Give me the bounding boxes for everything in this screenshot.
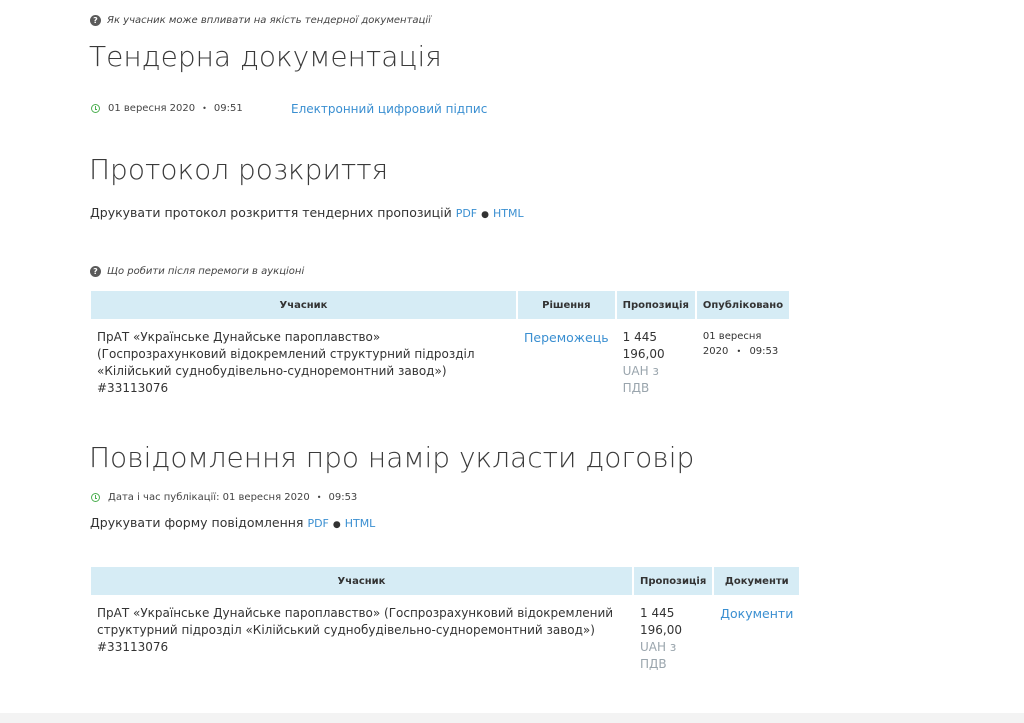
question-icon: ? [90,266,101,277]
results-header-published: Опубліковано [696,291,790,319]
offer-amount: 1 445 196,00 [622,330,665,361]
page: ? Як учасник може впливати на якість тен… [0,0,1024,723]
published-time: 09:53 [749,346,779,357]
signature-link[interactable]: Електронний цифровий підпис [291,102,487,116]
opening-protocol-print-text: Друкувати протокол розкриття тендерних п… [90,205,452,220]
intent-notice-meta: Дата і час публікації: 01 вересня 2020 •… [91,492,357,503]
intent-notice-title: Повідомлення про намір укласти договір [89,441,695,474]
help-after-win-text: Що робити після перемоги в аукціоні [107,266,305,277]
intent-header-documents: Документи [714,567,800,595]
participant-code: #33113076 [97,381,169,395]
results-header-decision: Рішення [518,291,615,319]
participant-name: ПрАТ «Українське Дунайське пароплавство»… [97,330,475,378]
bullet-separator: ● [481,210,489,220]
intent-print-text: Друкувати форму повідомлення [90,515,304,530]
table-row: ПрАТ «Українське Дунайське пароплавство»… [91,595,799,673]
dot-separator: • [736,347,742,356]
help-after-win[interactable]: ? Що робити після перемоги в аукціоні [90,266,304,277]
clock-icon [91,104,100,113]
tender-docs-date: 01 вересня 2020 [108,103,196,114]
opening-protocol-print-row: Друкувати протокол розкриття тендерних п… [90,205,524,220]
results-header-participant: Учасник [91,291,516,319]
results-participant-cell: ПрАТ «Українське Дунайське пароплавство»… [91,319,516,397]
intent-documents-cell: Документи [714,595,799,673]
opening-protocol-pdf-link[interactable]: PDF [456,207,477,220]
results-decision-cell: Переможець [518,319,615,397]
documents-link[interactable]: Документи [720,606,793,621]
table-row: ПрАТ «Українське Дунайське пароплавство»… [91,319,789,397]
intent-html-link[interactable]: HTML [345,517,376,530]
bullet-separator: ● [332,520,341,530]
intent-pub-label: Дата і час публікації: 01 вересня 2020 [108,492,310,503]
opening-protocol-html-link[interactable]: HTML [493,207,524,220]
intent-header-offer: Пропозиція [634,567,713,595]
clock-icon [91,493,100,502]
tender-docs-title: Тендерна документація [89,40,442,73]
opening-protocol-title: Протокол розкриття [89,153,389,186]
intent-pdf-link[interactable]: PDF [307,517,328,530]
offer-amount: 1 445 196,00 [640,606,682,637]
intent-offer-cell: 1 445 196,00 UAH з ПДВ [634,595,712,673]
participant-code: #33113076 [97,640,169,654]
winner-link[interactable]: Переможець [524,330,609,345]
results-published-cell: 01 вересня 2020 • 09:53 [697,319,789,397]
intent-participant-cell: ПрАТ «Українське Дунайське пароплавство»… [91,595,632,673]
footer-band [0,713,1024,723]
intent-table: Учасник Пропозиція Документи ПрАТ «Украї… [89,567,801,673]
participant-name: ПрАТ «Українське Дунайське пароплавство»… [97,606,614,637]
tender-docs-meta: 01 вересня 2020 • 09:51 [91,103,243,114]
intent-print-row: Друкувати форму повідомлення PDF ● HTML [90,515,375,530]
results-table: Учасник Рішення Пропозиція Опубліковано … [89,291,791,397]
dot-separator: • [316,493,322,502]
results-offer-cell: 1 445 196,00 UAH з ПДВ [617,319,695,397]
intent-pub-time: 09:53 [328,492,358,503]
dot-separator: • [202,104,207,113]
results-header-offer: Пропозиція [616,291,695,319]
offer-currency: UAH з ПДВ [622,364,659,395]
help-tender-docs-text: Як учасник може впливати на якість тенде… [107,15,431,26]
question-icon: ? [90,15,101,26]
tender-docs-time: 09:51 [213,103,243,114]
offer-currency: UAH з ПДВ [640,640,677,671]
intent-header-participant: Учасник [91,567,632,595]
help-tender-docs[interactable]: ? Як учасник може впливати на якість тен… [90,15,431,26]
